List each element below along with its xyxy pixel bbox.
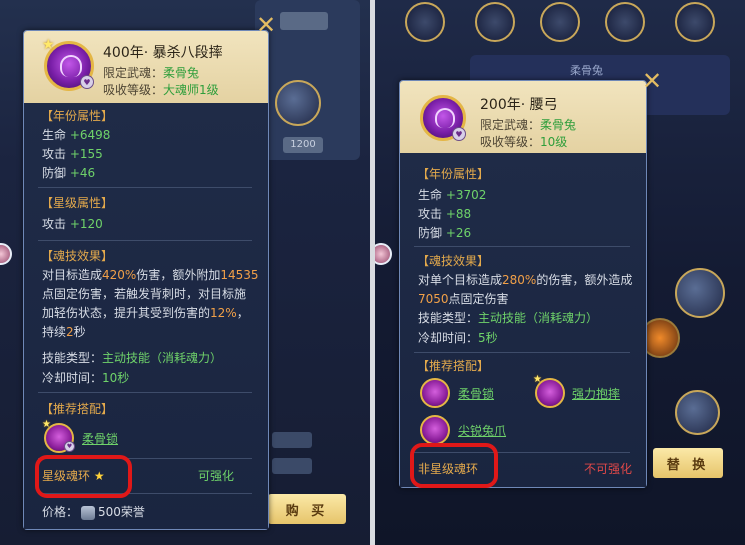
star-icon: ★ [42, 37, 55, 53]
divider [38, 240, 252, 241]
atk-row: 攻击 +88 [418, 207, 472, 221]
def-row: 防御 +46 [42, 166, 96, 180]
left-screenshot: 1200 购 买 ★ ♥ 400年· 暴杀八段摔 限定武魂：柔骨兔 吸收等级：大… [0, 0, 370, 545]
soul-skill-card-right: ♥ 200年· 腰弓 限定武魂：柔骨兔 吸收等级：10级 【年份属性】 生命 +… [399, 69, 662, 488]
star-icon: ★ [42, 419, 51, 430]
background-button [272, 432, 312, 448]
cooldown-row: 冷却时间：5秒 [418, 331, 498, 345]
effect-line-2: 7050点固定伤害 [418, 292, 509, 306]
divider [38, 392, 252, 393]
rabbit-badge-icon: ♥ [64, 441, 75, 452]
card-header: ♥ 200年· 腰弓 限定武魂：柔骨兔 吸收等级：10级 [400, 81, 646, 153]
price-row: 价格： 500荣誉 [42, 505, 145, 520]
honor-currency-icon [81, 505, 96, 520]
top-portrait-icon [405, 2, 445, 42]
highlight-annotation [35, 455, 132, 498]
effect-line-3: 加轻伤状态，提升其受到伤害的12%， [42, 306, 249, 320]
background-button [280, 12, 328, 30]
effect-line-1: 对单个目标造成280%的伤害，额外造成 [418, 273, 633, 287]
edge-indicator [375, 243, 392, 265]
star-attr-title: 【星级属性】 [41, 196, 114, 210]
rabbit-badge-icon: ♥ [80, 75, 94, 89]
right-screenshot: 柔骨兔 替 换 ♥ 200年· 腰弓 限定武魂：柔骨兔 吸收等级：10级 【年份… [375, 0, 745, 545]
year-attr-title: 【年份属性】 [417, 167, 490, 181]
recommend-skill-icon[interactable] [420, 415, 450, 445]
divider [414, 352, 630, 353]
recommend-skill-link[interactable]: 尖锐兔爪 [458, 422, 506, 439]
effect-line-2: 点固定伤害，若触发背刺时，对目标施 [42, 287, 247, 301]
close-icon[interactable]: ✕ [642, 69, 662, 93]
recommend-skill-link[interactable]: 柔骨锁 [458, 385, 494, 402]
card-title: 200年· 腰弓 [480, 97, 558, 113]
cooldown-row: 冷却时间：10秒 [42, 371, 130, 385]
recommend-skill-link[interactable]: 柔骨锁 [82, 430, 118, 447]
recommend-title: 【推荐搭配】 [417, 359, 490, 373]
top-orb-icon [475, 2, 515, 42]
background-orb [675, 268, 725, 318]
skill-type-row: 技能类型：主动技能（消耗魂力） [42, 351, 223, 365]
background-counter: 1200 [283, 137, 323, 153]
restrict-row: 限定武魂：柔骨兔 [480, 118, 577, 132]
hp-row: 生命 +3702 [418, 188, 487, 202]
card-header: ★ ♥ 400年· 暴杀八段摔 限定武魂：柔骨兔 吸收等级：大魂师1级 [24, 31, 268, 103]
effect-title: 【魂技效果】 [41, 249, 114, 263]
background-orb [675, 390, 720, 435]
skill-type-row: 技能类型：主动技能（消耗魂力） [418, 311, 599, 325]
year-attr-title: 【年份属性】 [41, 109, 114, 123]
hp-row: 生命 +6498 [42, 128, 111, 142]
top-orb-icon [540, 2, 580, 42]
card-body: 【年份属性】 生命 +3702 攻击 +88 防御 +26 【魂技效果】 对单个… [400, 153, 646, 487]
background-label: 柔骨兔 [570, 64, 603, 77]
card-title: 400年· 暴杀八段摔 [103, 45, 223, 61]
background-orb [275, 80, 321, 126]
restrict-row: 限定武魂：柔骨兔 [103, 66, 200, 80]
divider [414, 246, 630, 247]
def-row: 防御 +26 [418, 226, 472, 240]
effect-line-4: 持续2秒 [42, 325, 86, 339]
enhance-status: 可强化 [198, 469, 235, 483]
effect-title: 【魂技效果】 [417, 254, 490, 268]
star-atk-row: 攻击 +120 [42, 217, 103, 231]
swap-button[interactable]: 替 换 [653, 448, 723, 478]
divider [38, 187, 252, 188]
top-orb-icon [605, 2, 645, 42]
recommend-title: 【推荐搭配】 [41, 402, 114, 416]
effect-line-1: 对目标造成420%伤害，额外附加14535 [42, 268, 259, 282]
highlight-annotation [410, 443, 498, 488]
buy-button[interactable]: 购 买 [268, 494, 346, 524]
absorb-row: 吸收等级：大魂师1级 [103, 83, 219, 97]
atk-row: 攻击 +155 [42, 147, 103, 161]
star-icon: ★ [533, 374, 542, 385]
rabbit-badge-icon: ♥ [452, 127, 466, 141]
absorb-row: 吸收等级：10级 [480, 135, 568, 149]
recommend-skill-link[interactable]: 强力抱摔 [572, 385, 620, 402]
background-button [272, 458, 312, 474]
top-orb-icon [675, 2, 715, 42]
close-icon[interactable]: ✕ [256, 13, 276, 37]
recommend-skill-icon[interactable] [420, 378, 450, 408]
edge-indicator [0, 243, 12, 265]
enhance-status: 不可强化 [584, 462, 633, 476]
